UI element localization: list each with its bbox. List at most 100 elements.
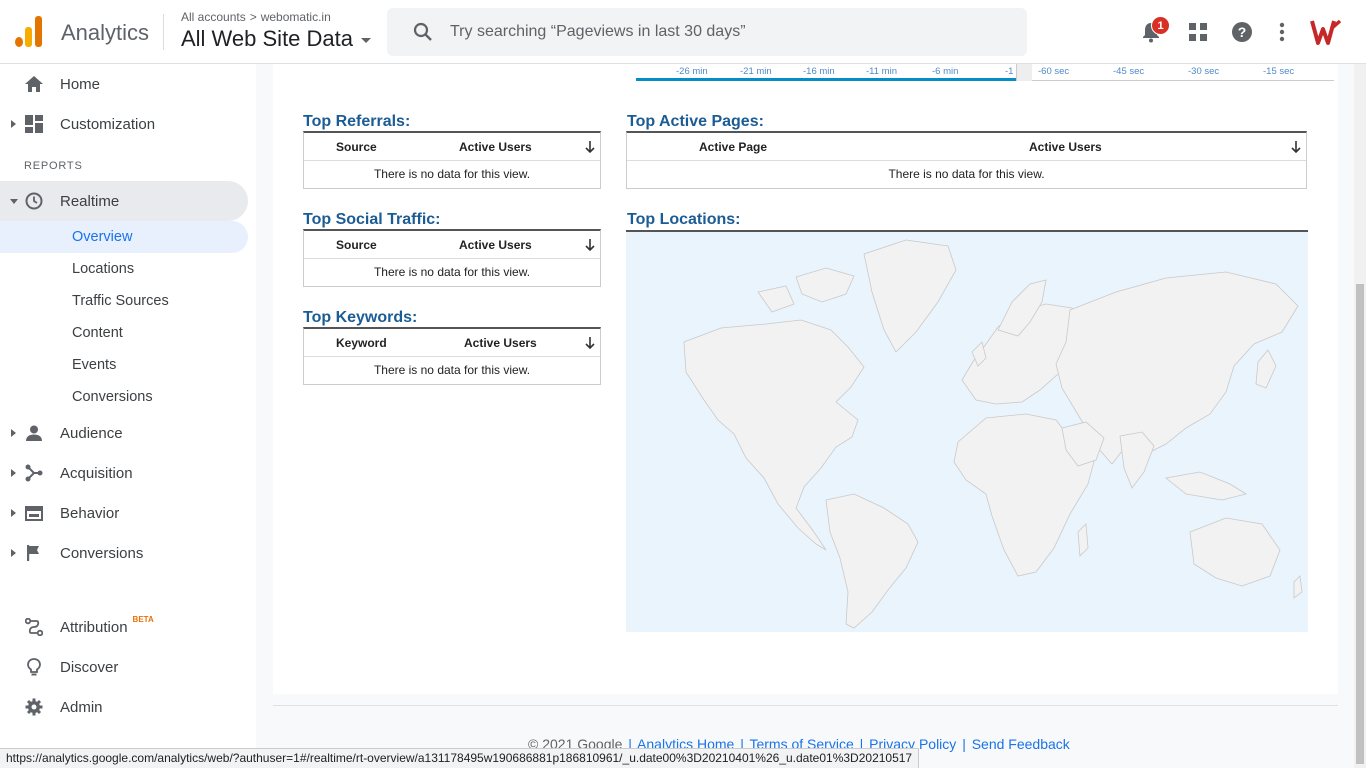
browser-window-icon	[24, 503, 44, 523]
nav-customization[interactable]: Customization	[0, 104, 248, 144]
beta-badge: BETA	[132, 614, 154, 624]
nav-home-label: Home	[60, 75, 101, 93]
dropdown-caret-icon	[361, 38, 372, 43]
nav-realtime-overview[interactable]: Overview	[0, 221, 248, 253]
link-send-feedback[interactable]: Send Feedback	[972, 736, 1070, 752]
nav-acquisition-label: Acquisition	[60, 464, 133, 482]
nav-realtime-label: Realtime	[60, 192, 120, 210]
lightbulb-icon	[24, 657, 44, 677]
column-source[interactable]: Source	[336, 238, 377, 252]
top-keywords-table: Keyword Active Users There is no data fo…	[303, 327, 601, 385]
analytics-logo-icon[interactable]	[15, 16, 42, 47]
timeline-tick: -45 sec	[1113, 66, 1145, 77]
column-active-page[interactable]: Active Page	[699, 140, 767, 154]
page-scrollbar[interactable]	[1354, 64, 1366, 768]
help-icon[interactable]: ?	[1228, 18, 1256, 46]
nav-admin[interactable]: Admin	[0, 687, 248, 727]
timeline-tick: -6 min	[932, 66, 959, 77]
nav-home[interactable]: Home	[0, 64, 248, 104]
top-active-pages-table: Active Page Active Users There is no dat…	[626, 131, 1307, 189]
reports-section-title: REPORTS	[24, 160, 83, 172]
footer-divider	[273, 705, 1338, 706]
gear-icon	[24, 697, 44, 717]
timeline-seconds-rule	[1032, 80, 1334, 81]
nav-audience[interactable]: Audience	[0, 413, 248, 453]
nav-conversions[interactable]: Conversions	[0, 533, 248, 573]
sort-desc-icon[interactable]	[584, 237, 596, 253]
home-icon	[24, 74, 44, 94]
column-active-users[interactable]: Active Users	[464, 336, 537, 350]
search-icon	[413, 22, 433, 42]
nav-realtime-conversions[interactable]: Conversions	[0, 381, 248, 413]
nav-realtime-content[interactable]: Content	[0, 317, 248, 349]
nav-realtime[interactable]: Realtime	[0, 181, 248, 221]
expand-arrow-icon	[11, 549, 16, 557]
scrollbar-thumb[interactable]	[1356, 284, 1364, 764]
apps-icon[interactable]	[1184, 18, 1212, 46]
timeline-divider	[1016, 64, 1032, 81]
column-source[interactable]: Source	[336, 140, 377, 154]
property-selector[interactable]: All Web Site Data	[181, 26, 372, 52]
pageviews-timeline: -26 min -21 min -16 min -11 min -6 min -…	[636, 64, 1334, 82]
nav-realtime-locations[interactable]: Locations	[0, 253, 248, 285]
flag-icon	[24, 543, 44, 563]
expand-arrow-icon	[11, 429, 16, 437]
world-map-shapes	[683, 239, 1303, 629]
timeline-minutes-bar	[636, 78, 1016, 81]
empty-message: There is no data for this view.	[373, 363, 531, 377]
breadcrumb[interactable]: All accounts > webomatic.in	[181, 10, 331, 24]
nav-realtime-events[interactable]: Events	[0, 349, 248, 381]
breadcrumb-separator: >	[249, 10, 257, 24]
timeline-tick: -21 min	[740, 66, 772, 77]
attribution-icon	[24, 617, 44, 637]
top-referrals-title: Top Referrals:	[303, 113, 411, 130]
nav-attribution[interactable]: Attribution BETA	[0, 607, 248, 647]
search-bar[interactable]	[387, 8, 1027, 56]
nav-audience-label: Audience	[60, 424, 123, 442]
nav-discover-label: Discover	[60, 658, 119, 676]
notification-badge: 1	[1151, 16, 1170, 35]
footer-separator: |	[962, 736, 966, 752]
nav-behavior-label: Behavior	[60, 504, 120, 522]
nav-discover[interactable]: Discover	[0, 647, 248, 687]
left-nav: Home Customization REPORTS Realtime Over…	[0, 64, 256, 768]
nav-behavior[interactable]: Behavior	[0, 493, 248, 533]
top-active-pages-title: Top Active Pages:	[627, 113, 764, 130]
acquisition-icon	[24, 463, 44, 483]
top-referrals-table: Source Active Users There is no data for…	[303, 131, 601, 189]
empty-message: There is no data for this view.	[373, 265, 531, 279]
person-icon	[24, 423, 44, 443]
column-keyword[interactable]: Keyword	[336, 336, 387, 350]
expand-arrow-icon	[11, 120, 16, 128]
nav-acquisition[interactable]: Acquisition	[0, 453, 248, 493]
expand-arrow-icon	[11, 509, 16, 517]
search-input[interactable]	[450, 23, 1010, 41]
top-app-bar: Analytics All accounts > webomatic.in All …	[0, 0, 1366, 64]
table-header: Source Active Users	[304, 231, 600, 259]
world-map[interactable]	[626, 230, 1308, 632]
account-avatar[interactable]	[1309, 17, 1343, 47]
column-active-users[interactable]: Active Users	[459, 238, 532, 252]
more-vert-icon[interactable]	[1268, 18, 1296, 46]
nav-attribution-label: Attribution BETA	[60, 615, 154, 636]
table-header: Active Page Active Users	[627, 133, 1306, 161]
app-name: Analytics	[61, 20, 150, 45]
breadcrumb-root[interactable]: All accounts	[181, 10, 246, 24]
timeline-tick: -30 sec	[1188, 66, 1220, 77]
dashboard-icon	[24, 114, 44, 134]
header-divider	[163, 14, 164, 50]
sort-desc-icon[interactable]	[584, 335, 596, 351]
breadcrumb-account[interactable]: webomatic.in	[261, 10, 331, 24]
sort-desc-icon[interactable]	[584, 139, 596, 155]
nav-admin-label: Admin	[60, 698, 103, 716]
column-active-users[interactable]: Active Users	[1029, 140, 1102, 154]
column-active-users[interactable]: Active Users	[459, 140, 532, 154]
timeline-tick: -1	[1005, 66, 1014, 77]
top-keywords-title: Top Keywords:	[303, 309, 418, 326]
sort-desc-icon[interactable]	[1290, 139, 1302, 155]
svg-text:?: ?	[1238, 24, 1247, 40]
property-name: All Web Site Data	[181, 26, 354, 51]
timeline-tick: -11 min	[866, 66, 897, 77]
nav-customization-label: Customization	[60, 115, 156, 133]
nav-realtime-traffic-sources[interactable]: Traffic Sources	[0, 285, 248, 317]
